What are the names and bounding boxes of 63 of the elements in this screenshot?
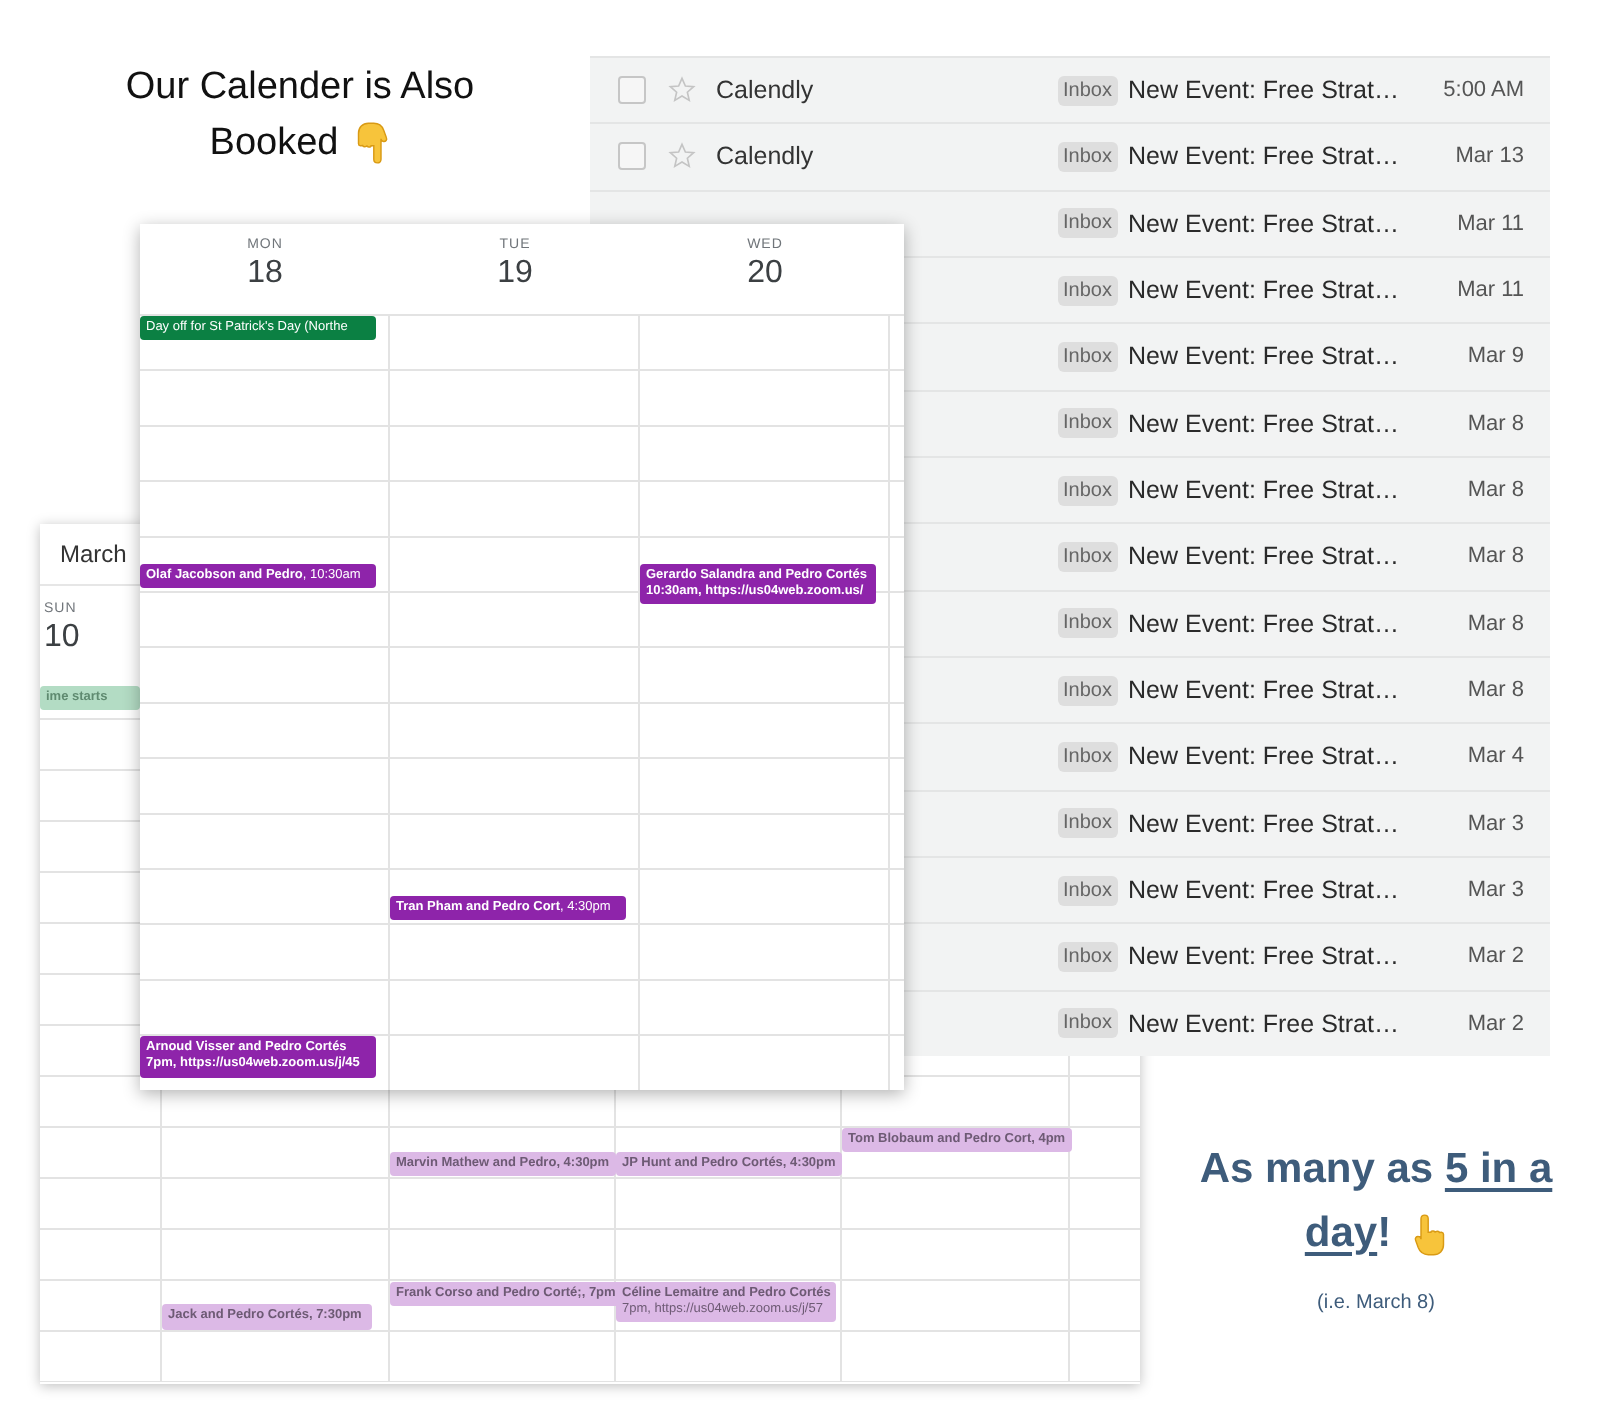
inbox-label: Inbox: [1057, 275, 1118, 306]
email-subject: New Event: Free Strat…: [1128, 409, 1401, 438]
inbox-label: Inbox: [1057, 875, 1118, 906]
inbox-label: Inbox: [1057, 141, 1118, 172]
email-date: Mar 8: [1465, 611, 1524, 636]
inbox-label: Inbox: [1057, 808, 1118, 839]
star-icon[interactable]: [668, 76, 696, 105]
inbox-label: Inbox: [1057, 675, 1118, 706]
caption-text: Booked: [209, 120, 339, 168]
month-title: March: [60, 540, 127, 568]
inbox-label: Inbox: [1057, 541, 1118, 572]
email-date: Mar 11: [1455, 278, 1524, 303]
email-subject: New Event: Free Strat…: [1128, 609, 1401, 638]
email-date: Mar 8: [1465, 478, 1524, 503]
date-number: 20: [747, 254, 783, 294]
email-subject: New Event: Free Strat…: [1128, 342, 1401, 371]
email-date: Mar 8: [1465, 411, 1524, 436]
headline-text: As many as 5 in a: [1199, 1144, 1553, 1196]
email-subject: New Event: Free Strat…: [1128, 209, 1401, 238]
checkbox[interactable]: [618, 142, 646, 171]
email-subject: New Event: Free Strat…: [1128, 742, 1401, 771]
inbox-label: Inbox: [1057, 741, 1118, 772]
email-date: Mar 2: [1465, 944, 1524, 969]
inbox-label: Inbox: [1057, 608, 1118, 639]
inbox-label: Inbox: [1057, 208, 1118, 239]
inbox-label: Inbox: [1057, 941, 1118, 972]
headline-text: day!: [1304, 1208, 1392, 1260]
star-icon[interactable]: [668, 142, 696, 171]
inbox-label: Inbox: [1057, 475, 1118, 506]
date-number: 10: [44, 617, 80, 657]
email-sender: Calendly: [716, 76, 816, 105]
email-date: Mar 8: [1465, 678, 1524, 703]
email-subject: New Event: Free Strat…: [1128, 542, 1401, 571]
email-sender: Calendly: [716, 142, 816, 171]
pointing-up-hand-icon: [1411, 1212, 1448, 1256]
email-date: Mar 13: [1453, 144, 1524, 169]
email-date: Mar 8: [1465, 544, 1524, 569]
note-text: (i.e. March 8): [1317, 1292, 1435, 1314]
email-date: Mar 11: [1455, 211, 1524, 236]
email-subject: New Event: Free Strat…: [1128, 942, 1401, 971]
email-subject: New Event: Free Strat…: [1128, 809, 1401, 838]
pointing-down-hand-icon: [354, 122, 391, 166]
email-date: Mar 9: [1465, 344, 1524, 369]
inbox-label: Inbox: [1057, 408, 1118, 439]
email-date: Mar 4: [1465, 744, 1524, 769]
email-date: Mar 2: [1465, 1011, 1524, 1036]
email-subject: New Event: Free Strat…: [1128, 1009, 1401, 1038]
checkbox[interactable]: [618, 76, 646, 105]
email-subject: New Event: Free Strat…: [1128, 676, 1401, 705]
inbox-label: Inbox: [1057, 341, 1118, 372]
email-date: Mar 3: [1465, 878, 1524, 903]
date-number: 18: [247, 254, 283, 294]
email-date: 5:00 AM: [1441, 78, 1524, 103]
caption-text: Our Calender is Also: [125, 64, 475, 112]
email-subject: New Event: Free Strat…: [1128, 76, 1401, 105]
email-subject: New Event: Free Strat…: [1128, 476, 1401, 505]
email-date: Mar 3: [1465, 811, 1524, 836]
email-subject: New Event: Free Strat…: [1128, 142, 1401, 171]
inbox-label: Inbox: [1057, 75, 1118, 106]
date-number: 19: [497, 254, 533, 294]
email-subject: New Event: Free Strat…: [1128, 276, 1401, 305]
email-subject: New Event: Free Strat…: [1128, 876, 1401, 905]
inbox-label: Inbox: [1057, 1008, 1118, 1039]
